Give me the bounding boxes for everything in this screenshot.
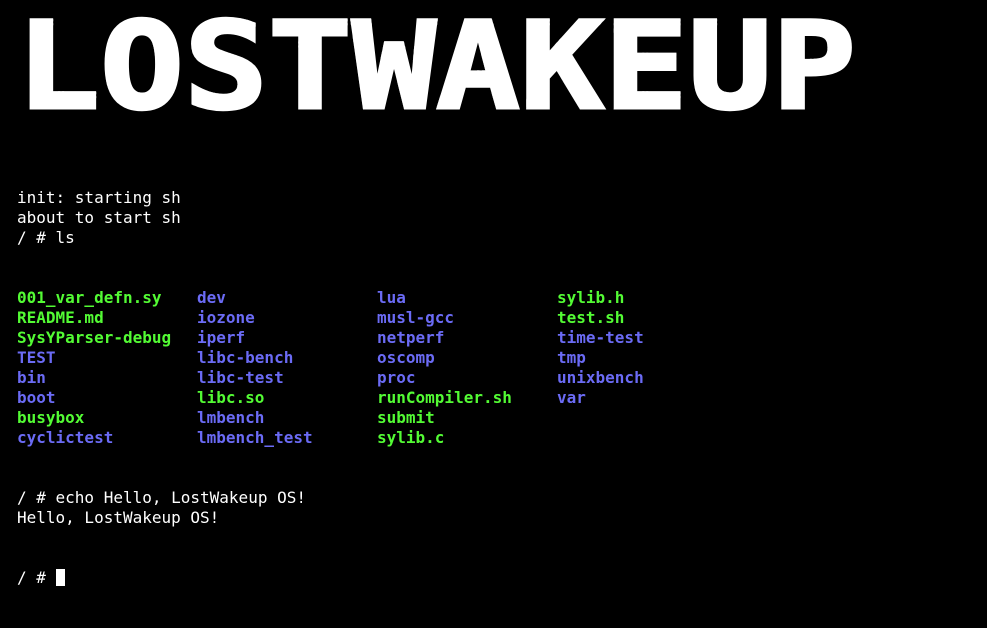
- directory-entry: boot: [17, 388, 56, 407]
- directory-entry: oscomp: [377, 348, 435, 367]
- directory-entry: lua: [377, 288, 406, 307]
- ascii-banner-logo: LOSTWAKEUP: [15, 0, 858, 130]
- prompt-text: / #: [17, 568, 56, 587]
- file-entry: 001_var_defn.sy: [17, 288, 162, 307]
- file-entry: sylib.h: [557, 288, 625, 307]
- shell-prompt[interactable]: / #: [17, 568, 306, 588]
- echo-output: / # echo Hello, LostWakeup OS! Hello, Los…: [17, 488, 306, 528]
- ls-row: busybox lmbench submit: [17, 408, 435, 428]
- ls-row: 001_var_defn.sy dev lua sylib.h: [17, 288, 624, 308]
- boot-messages: init: starting sh about to start sh / # ls: [17, 188, 306, 248]
- directory-entry: netperf: [377, 328, 445, 347]
- ls-row: bin libc-test proc unixbench: [17, 368, 644, 388]
- output-line: about to start sh: [17, 208, 181, 227]
- file-entry: submit: [377, 408, 435, 427]
- ls-listing: 001_var_defn.sy dev lua sylib.h README.md ioz…: [17, 288, 644, 448]
- directory-entry: iozone: [197, 308, 255, 327]
- directory-entry: lmbench_test: [197, 428, 313, 447]
- directory-entry: bin: [17, 368, 46, 387]
- output-line: Hello, LostWakeup OS!: [17, 508, 220, 527]
- directory-entry: iperf: [197, 328, 246, 347]
- text-cursor: [55, 569, 65, 586]
- directory-entry: libc-test: [197, 368, 284, 387]
- directory-entry: time-test: [557, 328, 644, 347]
- file-entry: busybox: [17, 408, 85, 427]
- file-entry: SysYParser-debug: [17, 328, 172, 347]
- ls-row: SysYParser-debug iperf netperf time-test: [17, 328, 644, 348]
- output-line: / # echo Hello, LostWakeup OS!: [17, 488, 306, 507]
- directory-entry: proc: [377, 368, 416, 387]
- directory-entry: libc-bench: [197, 348, 294, 367]
- file-entry: sylib.c: [377, 428, 445, 447]
- directory-entry: tmp: [557, 348, 586, 367]
- output-line: / # ls: [17, 228, 75, 247]
- directory-entry: TEST: [17, 348, 56, 367]
- directory-entry: unixbench: [557, 368, 644, 387]
- file-entry: libc.so: [197, 388, 265, 407]
- ls-row: cyclictest lmbench_test sylib.c: [17, 428, 444, 448]
- file-entry: README.md: [17, 308, 104, 327]
- terminal-window[interactable]: LOSTWAKEUP init: starting sh about to sta…: [0, 0, 987, 587]
- terminal-output: init: starting sh about to start sh / # ls…: [17, 148, 644, 628]
- directory-entry: dev: [197, 288, 226, 307]
- ls-row: boot libc.so runCompiler.sh var: [17, 388, 586, 408]
- banner-text: LOSTWAKEUP: [16, 0, 856, 130]
- output-line: init: starting sh: [17, 188, 181, 207]
- ls-row: TEST libc-bench oscomp tmp: [17, 348, 586, 368]
- directory-entry: musl-gcc: [377, 308, 455, 327]
- directory-entry: lmbench: [197, 408, 265, 427]
- directory-entry: cyclictest: [17, 428, 114, 447]
- directory-entry: var: [557, 388, 586, 407]
- file-entry: test.sh: [557, 308, 625, 327]
- file-entry: runCompiler.sh: [377, 388, 512, 407]
- ls-row: README.md iozone musl-gcc test.sh: [17, 308, 624, 328]
